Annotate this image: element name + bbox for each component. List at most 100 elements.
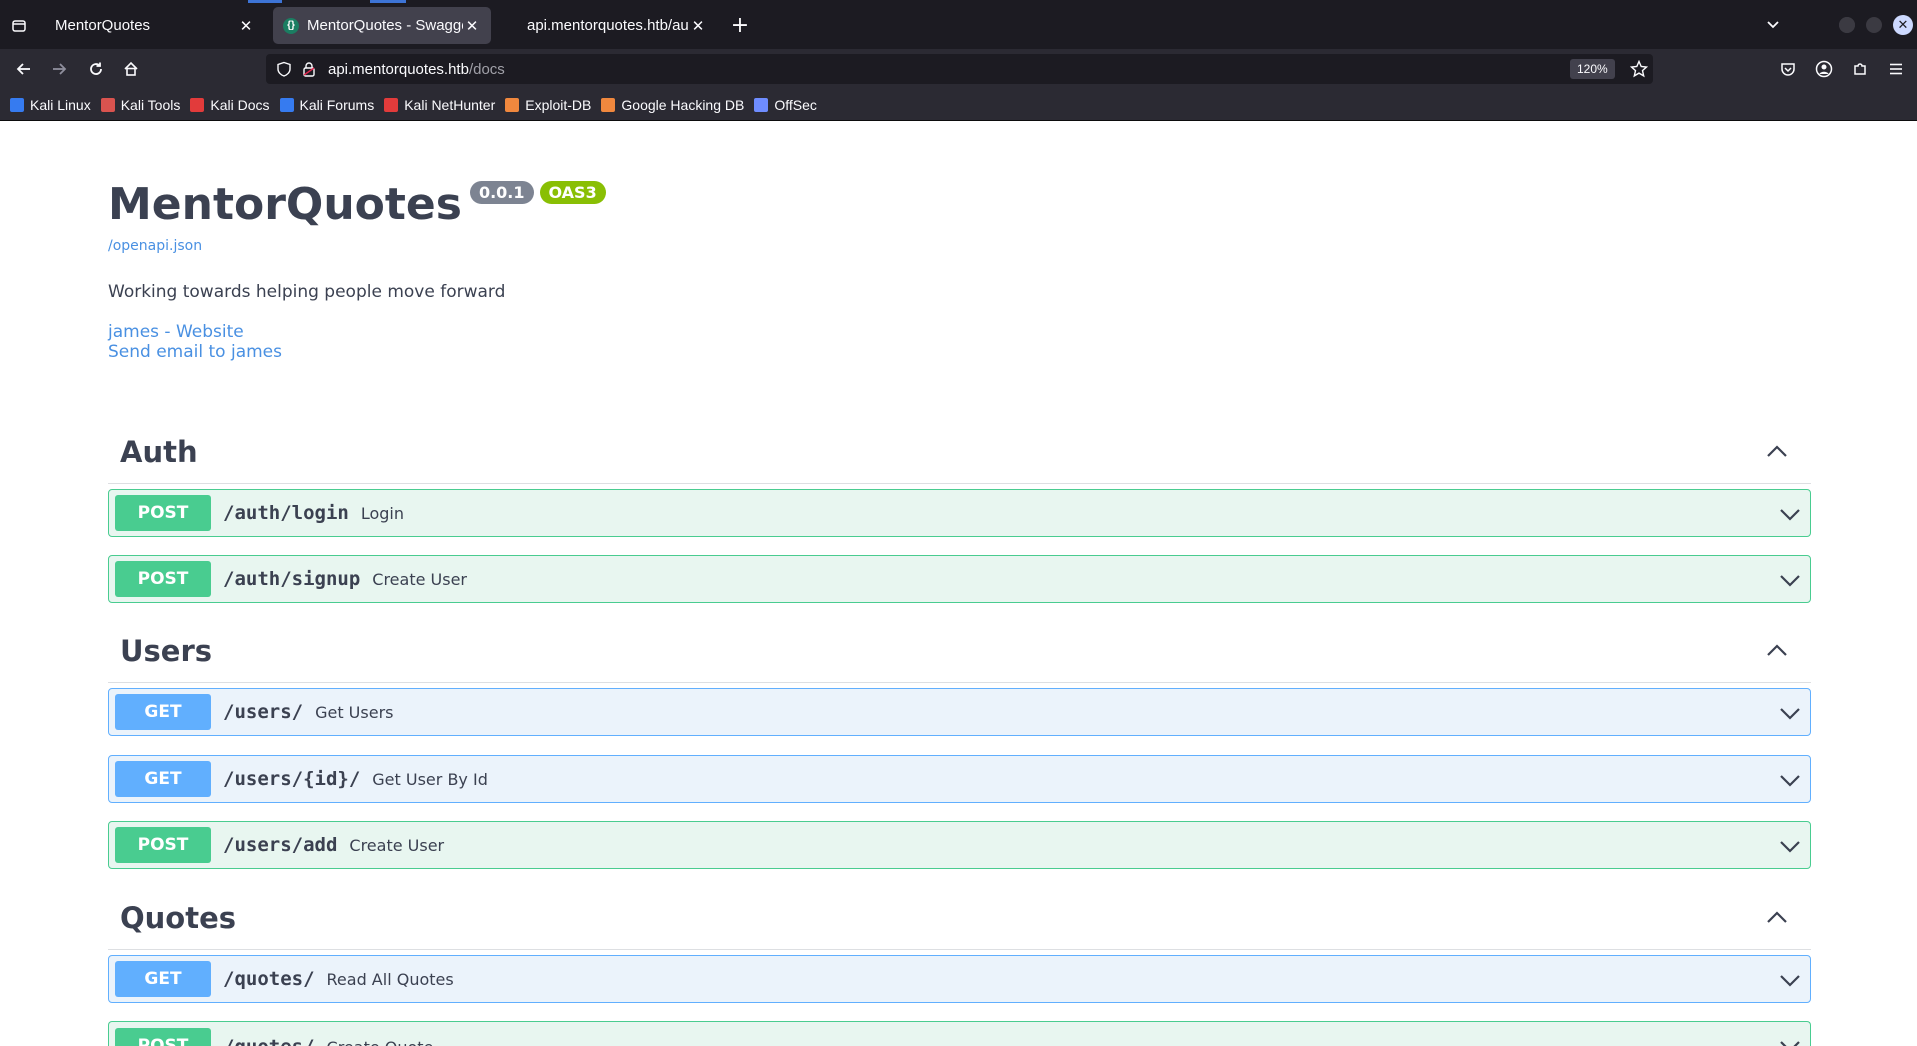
operation-summary: Get User By Id [372, 769, 488, 789]
navigation-toolbar: api.mentorquotes.htb/docs 120% [0, 49, 1917, 89]
home-icon[interactable] [120, 58, 142, 80]
method-badge: GET [115, 694, 211, 730]
oas-badge: OAS3 [539, 181, 606, 204]
tab-title: api.mentorquotes.htb/auth/login [527, 17, 689, 34]
bookmark-kali-docs[interactable]: Kali Docs [190, 96, 270, 113]
tab-swagger-ui[interactable]: {} MentorQuotes - Swagger UI ✕ [273, 7, 491, 44]
tab-title: MentorQuotes [55, 17, 151, 34]
pocket-icon[interactable] [1777, 58, 1799, 80]
bookmark-label: Kali Linux [30, 96, 91, 113]
page-title: MentorQuotes [108, 179, 462, 230]
bookmark-exploit-db[interactable]: Exploit-DB [505, 97, 591, 113]
swagger-page: MentorQuotes 0.0.1 OAS3 /openapi.json Wo… [0, 121, 1917, 1046]
contact-website-link[interactable]: james - Website [108, 322, 606, 342]
bookmark-google-hacking-db[interactable]: Google Hacking DB [601, 97, 744, 113]
back-arrow-icon[interactable] [13, 58, 35, 80]
close-icon[interactable]: ✕ [463, 17, 481, 35]
openapi-spec-link[interactable]: /openapi.json [108, 238, 606, 254]
url-path: /docs [468, 61, 505, 78]
bookmark-label: Kali Docs [210, 96, 270, 113]
bookmark-kali-tools[interactable]: Kali Tools [100, 96, 181, 113]
section-users: Users [108, 619, 1811, 683]
operation-post-auth-login[interactable]: POST /auth/login Login [108, 489, 1811, 537]
api-description: Working towards helping people move forw… [108, 282, 506, 302]
bookmark-label: Kali NetHunter [404, 96, 496, 113]
bookmark-offsec[interactable]: OffSec [754, 97, 817, 113]
bookmark-label: Google Hacking DB [621, 96, 745, 113]
chevron-down-icon[interactable] [1778, 568, 1802, 592]
section-header-auth[interactable]: Auth [108, 420, 1811, 484]
tab-mentorquotes[interactable]: MentorQuotes ✕ [45, 7, 265, 44]
section-quotes: Quotes [108, 886, 1811, 950]
contact-email-link[interactable]: Send email to james [108, 342, 606, 362]
operation-summary: Create Quote [327, 1038, 434, 1046]
chevron-down-icon[interactable] [1778, 768, 1802, 792]
chevron-down-icon[interactable] [1778, 834, 1802, 858]
bookmark-kali-linux[interactable]: Kali Linux [10, 97, 91, 113]
url-bar[interactable]: api.mentorquotes.htb/docs 120% [266, 54, 1653, 84]
method-badge: POST [115, 495, 211, 531]
url-host: api.mentorquotes.htb [328, 61, 469, 78]
section-title: Users [120, 633, 213, 668]
bookmark-label: Kali Tools [120, 96, 181, 113]
bookmark-label: OffSec [774, 96, 817, 113]
chevron-up-icon[interactable] [1763, 637, 1791, 665]
operation-path: /users/ [223, 701, 304, 723]
tab-list-icon[interactable] [8, 15, 30, 37]
method-badge: POST [115, 1028, 211, 1046]
operation-get-user-by-id[interactable]: GET /users/{id}/ Get User By Id [108, 755, 1811, 803]
section-header-quotes[interactable]: Quotes [108, 886, 1811, 950]
maximize-window-icon[interactable] [1866, 17, 1882, 33]
bookmark-star-icon[interactable] [1629, 59, 1649, 82]
bookmark-kali-nethunter[interactable]: Kali NetHunter [384, 97, 495, 113]
hamburger-menu-icon[interactable] [1885, 58, 1907, 80]
chevron-down-icon[interactable] [1778, 968, 1802, 992]
zoom-level-badge[interactable]: 120% [1570, 59, 1615, 79]
minimize-window-icon[interactable] [1839, 17, 1855, 33]
operation-summary: Get Users [315, 702, 394, 722]
tab-auth-login[interactable]: api.mentorquotes.htb/auth/login ✕ [517, 7, 717, 44]
operation-summary: Login [360, 503, 405, 523]
operation-summary: Create User [349, 835, 445, 855]
api-info: MentorQuotes 0.0.1 OAS3 /openapi.json Wo… [108, 179, 606, 362]
tracking-protection-shield-icon[interactable] [276, 61, 292, 81]
chevron-up-icon[interactable] [1763, 904, 1791, 932]
lock-icon[interactable] [302, 61, 316, 81]
chevron-down-icon[interactable] [1778, 1034, 1802, 1046]
new-tab-icon[interactable]: + [729, 13, 751, 38]
chevron-down-icon[interactable] [1778, 701, 1802, 725]
kali-docs-icon [190, 97, 205, 112]
forward-arrow-icon[interactable] [48, 58, 70, 80]
operation-post-quotes[interactable]: POST /quotes/ Create Quote [108, 1021, 1811, 1046]
operation-path: /auth/login [223, 502, 349, 524]
kali-dragon-icon [10, 97, 24, 112]
tab-title: MentorQuotes - Swagger UI [307, 17, 463, 34]
tab-bar: MentorQuotes ✕ {} MentorQuotes - Swagger… [0, 0, 1917, 49]
operation-get-users[interactable]: GET /users/ Get Users [108, 688, 1811, 736]
version-badge: 0.0.1 [469, 181, 534, 204]
operation-summary: Create User [372, 569, 467, 589]
google-hacking-db-icon [601, 97, 616, 112]
close-icon[interactable]: ✕ [689, 17, 707, 35]
list-all-tabs-chevron-icon[interactable] [1762, 14, 1784, 36]
section-title: Auth [120, 434, 198, 469]
kali-nethunter-icon [384, 97, 399, 112]
bookmarks-toolbar: Kali Linux Kali Tools Kali Docs Kali For… [0, 89, 1917, 121]
chevron-down-icon[interactable] [1778, 502, 1802, 526]
kali-forums-icon [279, 97, 294, 112]
operation-path: /auth/signup [223, 568, 361, 590]
reload-icon[interactable] [85, 58, 107, 80]
offsec-icon [754, 97, 769, 112]
account-icon[interactable] [1813, 58, 1835, 80]
section-header-users[interactable]: Users [108, 619, 1811, 683]
operation-post-users-add[interactable]: POST /users/add Create User [108, 821, 1811, 869]
extensions-puzzle-icon[interactable] [1849, 58, 1871, 80]
operation-path: /users/add [223, 834, 338, 856]
close-icon[interactable]: ✕ [237, 17, 255, 35]
tab-accent-line [370, 0, 406, 3]
chevron-up-icon[interactable] [1763, 438, 1791, 466]
operation-post-auth-signup[interactable]: POST /auth/signup Create User [108, 555, 1811, 603]
operation-get-quotes[interactable]: GET /quotes/ Read All Quotes [108, 955, 1811, 1003]
close-window-icon[interactable]: ✕ [1893, 15, 1913, 35]
bookmark-kali-forums[interactable]: Kali Forums [279, 97, 374, 113]
